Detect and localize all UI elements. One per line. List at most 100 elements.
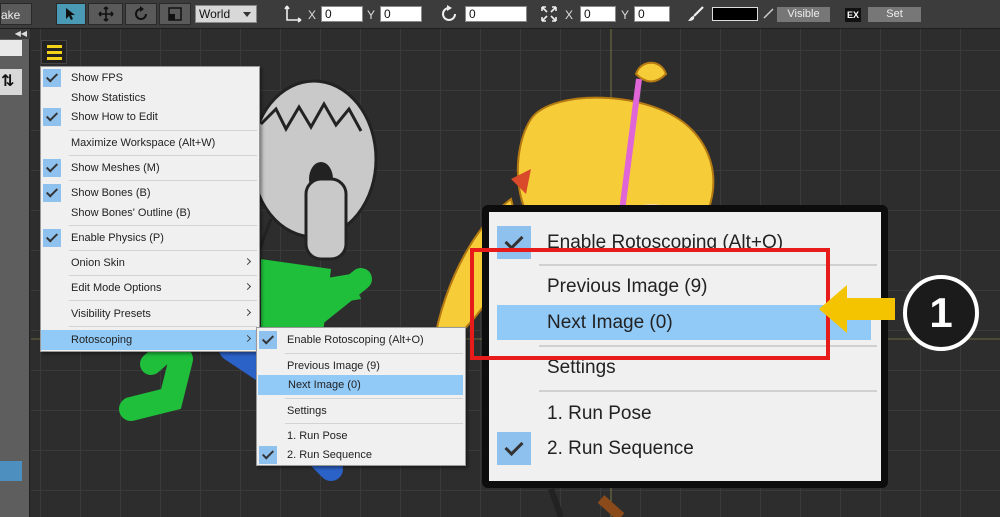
view-menu-button[interactable]: [41, 40, 67, 64]
position-x-field[interactable]: 0: [321, 6, 363, 22]
menu-separator: [69, 130, 257, 131]
checkmark-icon: [259, 446, 277, 464]
menu-item-show-fps[interactable]: Show FPS: [41, 68, 259, 88]
rotoscoping-submenu: Enable Rotoscoping (Alt+O) Previous Imag…: [256, 327, 466, 466]
zoom-item-label: Settings: [547, 357, 616, 378]
checkmark-icon: [43, 159, 61, 177]
hamburger-icon-line: [47, 57, 62, 60]
menu-item-show-statistics[interactable]: Show Statistics: [41, 88, 259, 108]
scale-x-label: X: [565, 8, 574, 22]
rotate-icon: [135, 6, 147, 20]
scale-y-label: Y: [621, 8, 630, 22]
visible-button[interactable]: Visible: [777, 7, 830, 22]
menu-item-edit-mode-options[interactable]: Edit Mode Options: [41, 278, 259, 298]
scale-icon: [168, 7, 182, 21]
menu-item-run-pose[interactable]: 1. Run Pose: [257, 426, 465, 446]
scale-x-field[interactable]: 0: [580, 6, 616, 22]
menu-separator: [285, 353, 463, 354]
collapse-panel-button[interactable]: ◀◀: [0, 29, 30, 39]
menu-item-enable-physics[interactable]: Enable Physics (P): [41, 228, 259, 248]
select-tool-button[interactable]: [56, 3, 86, 25]
zoom-item-label: 2. Run Sequence: [547, 438, 694, 459]
color-swatch[interactable]: [712, 7, 758, 21]
menu-item-label: Show How to Edit: [71, 111, 158, 123]
menu-item-label: 1. Run Pose: [287, 430, 348, 442]
sort-icon[interactable]: ⇅: [0, 69, 22, 95]
menu-separator: [285, 398, 463, 399]
scale-tool-button[interactable]: [159, 3, 191, 25]
pointer-arrow-icon: [819, 285, 895, 333]
left-panel: ◀◀ ⇅: [0, 29, 30, 517]
ex-label: EX: [845, 8, 861, 22]
menu-item-rotoscoping[interactable]: Rotoscoping: [41, 330, 259, 350]
menu-separator: [69, 155, 257, 156]
bake-button[interactable]: ake: [0, 3, 32, 25]
menu-item-run-sequence[interactable]: 2. Run Sequence: [257, 445, 465, 465]
menu-item-maximize-workspace[interactable]: Maximize Workspace (Alt+W): [41, 133, 259, 153]
menu-item-show-bones[interactable]: Show Bones (B): [41, 183, 259, 203]
position-y-field[interactable]: 0: [380, 6, 422, 22]
top-toolbar: ake World X 0 Y 0 0 X 0 Y 0 Visible EX S…: [0, 0, 1000, 29]
menu-item-next-image[interactable]: Next Image (0): [258, 375, 463, 395]
position-axes-icon: [284, 5, 302, 23]
menu-separator: [69, 180, 257, 181]
eyedropper-icon[interactable]: [762, 8, 774, 20]
menu-separator: [69, 250, 257, 251]
menu-item-label: Enable Rotoscoping (Alt+O): [287, 334, 424, 346]
scale-y-field[interactable]: 0: [634, 6, 670, 22]
chevron-right-icon: [243, 308, 252, 317]
menu-item-previous-image[interactable]: Previous Image (9): [257, 356, 465, 376]
menu-item-settings[interactable]: Settings: [257, 401, 465, 421]
menu-item-label: 2. Run Sequence: [287, 449, 373, 461]
coordinate-space-value: World: [199, 7, 231, 21]
checkmark-icon: [43, 108, 61, 126]
menu-separator: [69, 326, 257, 327]
menu-item-label: Settings: [287, 405, 327, 417]
menu-item-label: Rotoscoping: [71, 334, 133, 346]
menu-item-label: Show FPS: [71, 72, 123, 84]
checkmark-icon: [497, 432, 531, 465]
rotation-icon: [442, 5, 456, 21]
menu-item-label: Show Bones (B): [71, 187, 151, 199]
bake-button-label: ake: [1, 8, 21, 22]
chevron-right-icon: [243, 282, 252, 291]
coordinate-space-select[interactable]: World: [195, 5, 257, 23]
menu-item-label: Next Image (0): [288, 379, 361, 391]
menu-item-visibility-presets[interactable]: Visibility Presets: [41, 304, 259, 324]
hamburger-icon-line: [47, 45, 62, 48]
menu-item-label: Edit Mode Options: [71, 282, 162, 294]
hamburger-icon-line: [47, 51, 62, 54]
menu-item-onion-skin[interactable]: Onion Skin: [41, 253, 259, 273]
menu-separator: [69, 275, 257, 276]
left-panel-field[interactable]: [0, 40, 22, 56]
menu-item-show-meshes[interactable]: Show Meshes (M): [41, 158, 259, 178]
checkmark-icon: [43, 184, 61, 202]
menu-item-show-how-to-edit[interactable]: Show How to Edit: [41, 107, 259, 127]
chevron-right-icon: [243, 257, 252, 266]
menu-item-show-bones-outline[interactable]: Show Bones' Outline (B): [41, 203, 259, 223]
menu-separator: [539, 390, 877, 392]
brush-icon: [688, 6, 704, 21]
rotate-tool-button[interactable]: [125, 3, 157, 25]
checkmark-icon: [43, 69, 61, 87]
menu-separator: [69, 300, 257, 301]
menu-separator: [285, 423, 463, 424]
menu-item-label: Visibility Presets: [71, 308, 151, 320]
move-tool-button[interactable]: [88, 3, 123, 25]
selected-list-item[interactable]: [0, 461, 22, 481]
zoom-item-run-pose: 1. Run Pose: [489, 396, 881, 431]
menu-item-label: Maximize Workspace (Alt+W): [71, 137, 216, 149]
menu-item-label: Previous Image (9): [287, 360, 380, 372]
chevron-right-icon: [243, 334, 252, 343]
highlight-box: [470, 248, 830, 360]
chevron-down-icon: [243, 12, 251, 17]
checkmark-icon: [43, 229, 61, 247]
scale-axes-icon: [541, 6, 557, 22]
menu-item-enable-rotoscoping[interactable]: Enable Rotoscoping (Alt+O): [257, 330, 465, 350]
set-button[interactable]: Set: [868, 7, 921, 22]
zoom-item-run-sequence: 2. Run Sequence: [489, 431, 881, 466]
position-y-label: Y: [367, 8, 376, 22]
view-menu: Show FPS Show Statistics Show How to Edi…: [40, 66, 260, 352]
rotation-field[interactable]: 0: [465, 6, 527, 22]
move-icon: [97, 6, 114, 22]
